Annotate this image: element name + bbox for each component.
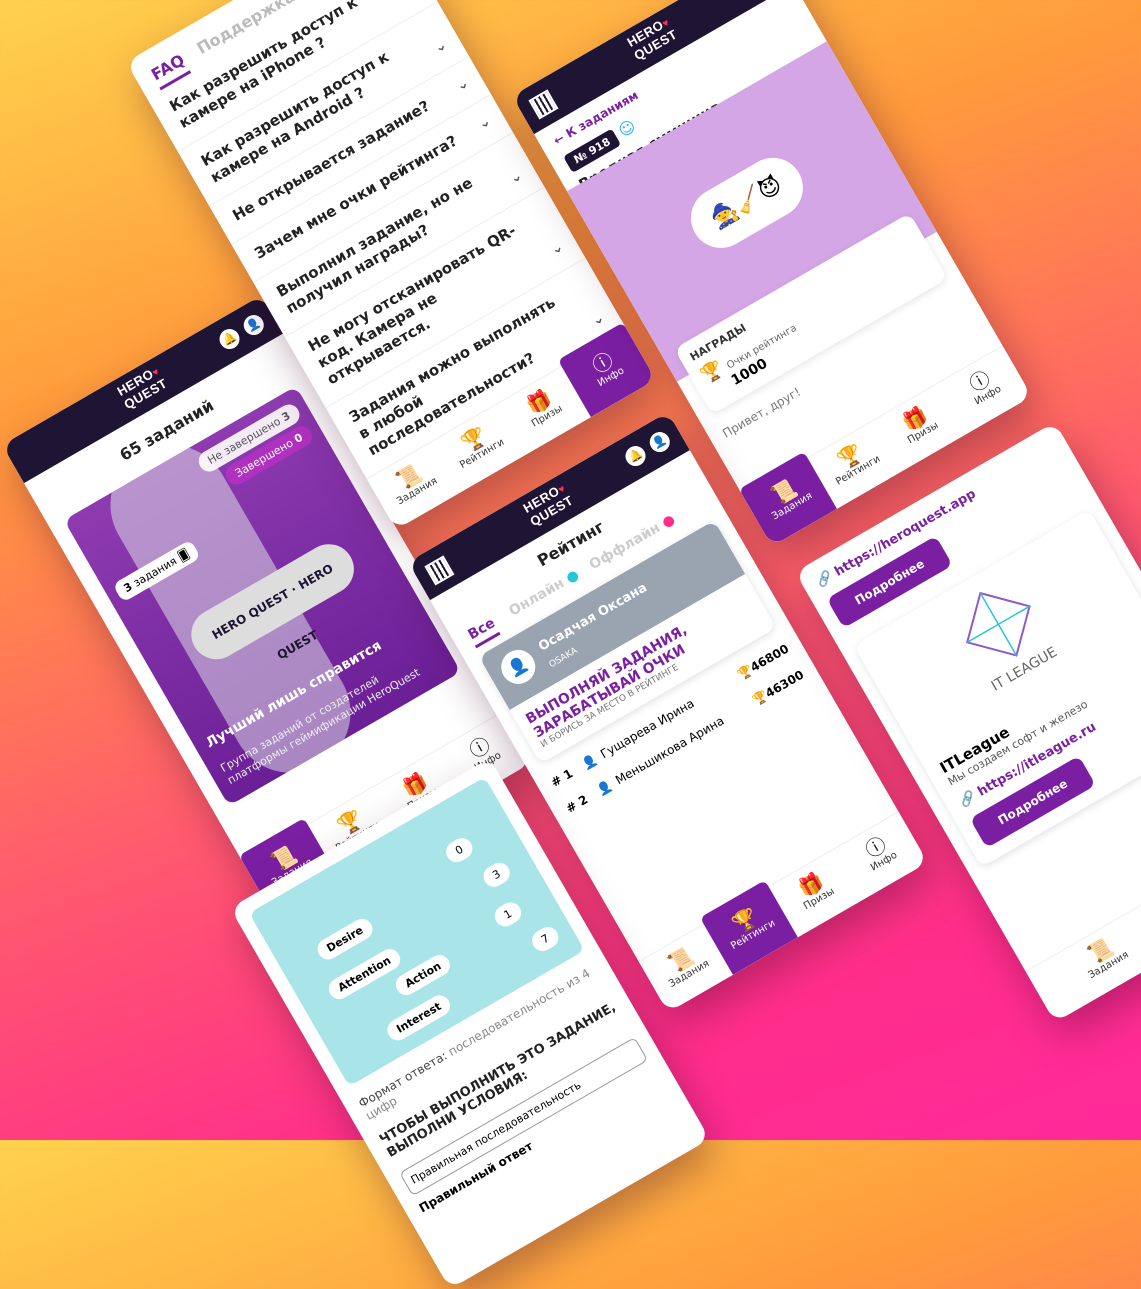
chevron-down-icon: ⌄ <box>400 0 420 4</box>
avatar-icon[interactable]: 👤 <box>240 311 267 338</box>
avatar: 👤 <box>595 778 615 798</box>
chevron-down-icon: ⌄ <box>507 167 527 189</box>
smile-icon: ☺ <box>615 116 639 141</box>
link-icon: 🔗 <box>957 789 979 810</box>
chevron-down-icon: ⌄ <box>453 74 473 96</box>
bell-icon[interactable]: 🔔 <box>216 325 243 352</box>
avatar: 👤 <box>580 752 600 772</box>
chevron-down-icon: ⌄ <box>589 309 609 331</box>
avatar: 👤 <box>495 644 541 690</box>
tab-bar: 📜Задания 🏆Рейтинги 🎁Призы ⓘИнфо <box>639 811 928 1012</box>
qr-scan-icon[interactable] <box>528 89 558 119</box>
avatar-icon[interactable]: 👤 <box>646 428 673 455</box>
chevron-down-icon: ⌄ <box>431 36 451 58</box>
link-icon: 🔗 <box>814 569 836 590</box>
user-team: OSAKA <box>548 646 580 670</box>
qr-scan-icon[interactable] <box>424 555 454 585</box>
collage-stage: HERO♥QUEST 🔔 👤 65 заданий Не завершено 3… <box>0 0 1141 1140</box>
bell-icon[interactable]: 🔔 <box>622 442 649 469</box>
chevron-down-icon: ⌄ <box>548 238 568 260</box>
trophy-icon: 🏆 <box>697 358 727 387</box>
rank: # 2 <box>564 789 597 816</box>
arrow-left-icon: ← <box>551 131 567 148</box>
cards-icon: 🂠 <box>176 547 192 564</box>
tab-all[interactable]: Все <box>465 615 501 648</box>
chevron-down-icon: ⌄ <box>475 112 495 134</box>
tab-tasks[interactable]: 📜Задания <box>1026 897 1141 1022</box>
tab-bar: 📜Задания 🏆Рейтинги <box>1026 821 1141 1022</box>
